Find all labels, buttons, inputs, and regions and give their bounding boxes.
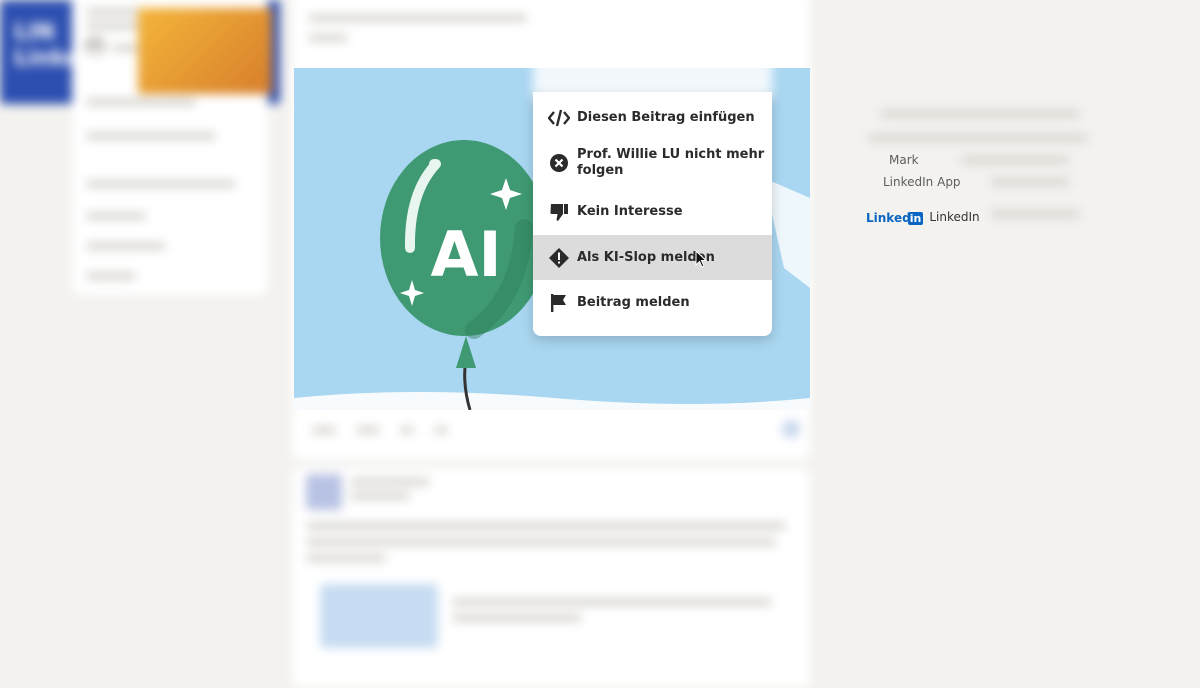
footer-link-app[interactable]: LinkedIn App — [883, 175, 961, 189]
menu-item-label: Prof. Willie LU nicht mehr folgen — [577, 147, 765, 178]
feed-post-card-2 — [292, 468, 810, 688]
footer-link-fragment[interactable]: Mark — [889, 153, 919, 167]
linkedin-footer-brand: Linkedin LinkedIn — [866, 207, 980, 226]
copyright-text: LinkedIn — [929, 209, 980, 224]
menu-item-label: Diesen Beitrag einfügen — [577, 110, 755, 125]
menu-item-report-ai-slop[interactable]: Als KI-Slop melden — [533, 235, 772, 280]
menu-item-report-post[interactable]: Beitrag melden — [533, 281, 772, 325]
thumbs-down-icon — [547, 200, 571, 224]
balloon-text: AI — [430, 218, 501, 291]
menu-item-label: Beitrag melden — [577, 295, 690, 310]
code-embed-icon — [547, 106, 571, 130]
warning-diamond-icon — [547, 246, 571, 270]
linkedin-logo: Linkedin — [866, 211, 924, 225]
mouse-cursor-icon — [695, 250, 707, 268]
close-circle-icon — [547, 151, 571, 175]
post-options-menu: Diesen Beitrag einfügen Prof. Willie LU … — [533, 92, 772, 336]
menu-item-unfollow[interactable]: Prof. Willie LU nicht mehr folgen — [533, 140, 772, 186]
menu-item-label: Kein Interesse — [577, 204, 683, 219]
ad-banner: LIN LinkedIn — [0, 0, 280, 104]
menu-blurred-top — [533, 0, 772, 100]
menu-item-not-interested[interactable]: Kein Interesse — [533, 190, 772, 234]
flag-icon — [547, 291, 571, 315]
menu-item-embed-post[interactable]: Diesen Beitrag einfügen — [533, 98, 772, 138]
